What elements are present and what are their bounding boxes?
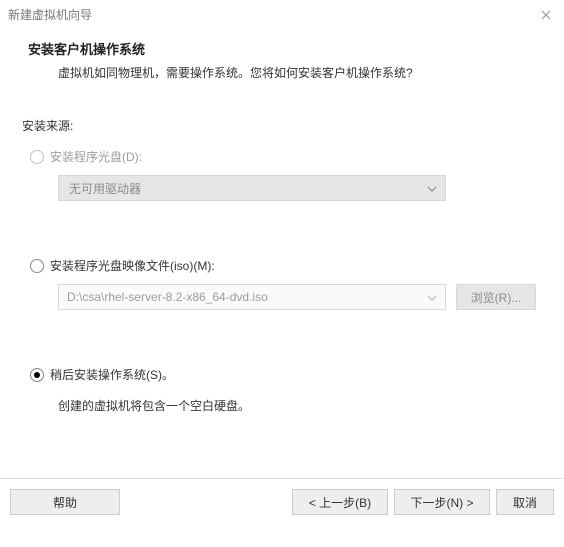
radio-install-disc-label: 安装程序光盘(D): [50, 148, 142, 165]
radio-install-later-label: 稍后安装操作系统(S)。 [50, 366, 174, 383]
radio-icon [30, 259, 44, 273]
iso-path-combo[interactable]: D:\csa\rhel-server-8.2-x86_64-dvd.iso [58, 284, 446, 310]
close-icon[interactable] [540, 9, 552, 21]
radio-install-iso[interactable]: 安装程序光盘映像文件(iso)(M): [30, 257, 536, 274]
install-later-note: 创建的虚拟机将包含一个空白硬盘。 [58, 397, 536, 414]
iso-path-value: D:\csa\rhel-server-8.2-x86_64-dvd.iso [67, 290, 268, 304]
help-button[interactable]: 帮助 [10, 489, 120, 515]
next-button[interactable]: 下一步(N) > [394, 489, 490, 515]
chevron-down-icon [427, 181, 437, 195]
radio-install-iso-label: 安装程序光盘映像文件(iso)(M): [50, 257, 215, 274]
disc-drive-value: 无可用驱动器 [69, 180, 141, 197]
cancel-button[interactable]: 取消 [496, 489, 554, 515]
page-subtitle: 虚拟机如同物理机，需要操作系统。您将如何安装客户机操作系统? [28, 64, 536, 81]
window-title: 新建虚拟机向导 [8, 6, 92, 23]
disc-drive-dropdown[interactable]: 无可用驱动器 [58, 175, 446, 201]
install-source-label: 安装来源: [22, 117, 536, 134]
browse-button[interactable]: 浏览(R)... [456, 284, 536, 310]
radio-install-later[interactable]: 稍后安装操作系统(S)。 [30, 366, 536, 383]
chevron-down-icon [427, 290, 437, 304]
back-button[interactable]: < 上一步(B) [292, 489, 388, 515]
radio-install-disc[interactable]: 安装程序光盘(D): [30, 148, 536, 165]
radio-icon [30, 150, 44, 164]
radio-icon [30, 368, 44, 382]
page-title: 安装客户机操作系统 [28, 39, 536, 58]
